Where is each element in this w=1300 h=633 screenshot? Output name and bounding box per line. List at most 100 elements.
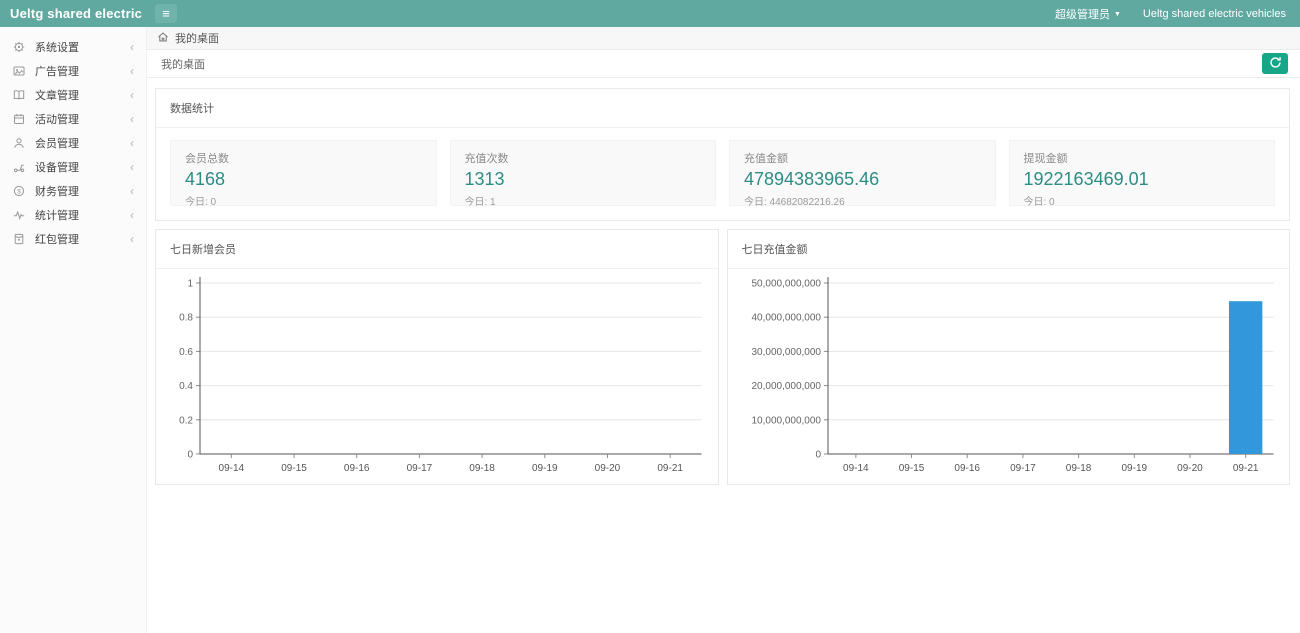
image-icon <box>12 65 26 77</box>
stats-panel: 数据统计 会员总数 4168 今日: 0 充值次数 1313 今日: 1 充值金… <box>155 88 1290 221</box>
sidebar-item-label: 设备管理 <box>35 159 130 175</box>
svg-text:09-20: 09-20 <box>595 463 621 474</box>
recharge-amount-chart: 0 10,000,000,000 20,000,000,000 30,000,000,… <box>728 269 1290 484</box>
card-today: 今日: 44682082216.26 <box>744 193 981 208</box>
chevron-left-icon: ‹ <box>130 185 134 197</box>
svg-text:50,000,000,000: 50,000,000,000 <box>751 279 821 290</box>
svg-text:09-20: 09-20 <box>1177 463 1203 474</box>
sidebar-item-label: 广告管理 <box>35 63 130 79</box>
gear-icon <box>12 41 26 53</box>
chevron-left-icon: ‹ <box>130 137 134 149</box>
svg-text:0: 0 <box>187 450 193 461</box>
card-recharge-count: 充值次数 1313 今日: 1 <box>450 140 717 206</box>
sidebar: 系统设置 ‹ 广告管理 ‹ 文章管理 ‹ 活动管理 ‹ <box>0 27 147 633</box>
finance-icon: $ <box>12 185 26 197</box>
card-withdraw-amount: 提现金额 1922163469.01 今日: 0 <box>1009 140 1276 206</box>
sidebar-item-device-management[interactable]: 设备管理 ‹ <box>0 155 146 179</box>
svg-text:09-15: 09-15 <box>281 463 307 474</box>
sidebar-item-finance-management[interactable]: $ 财务管理 ‹ <box>0 179 146 203</box>
chevron-left-icon: ‹ <box>130 209 134 221</box>
chevron-left-icon: ‹ <box>130 89 134 101</box>
sidebar-item-label: 文章管理 <box>35 87 130 103</box>
chart-title: 七日充值金额 <box>728 230 1290 269</box>
svg-text:40,000,000,000: 40,000,000,000 <box>751 313 821 324</box>
sidebar-item-activity-management[interactable]: 活动管理 ‹ <box>0 107 146 131</box>
calendar-icon <box>12 113 26 125</box>
site-link[interactable]: Ueltg shared electric vehicles <box>1143 8 1286 20</box>
card-value: 47894383965.46 <box>744 169 981 190</box>
svg-text:0.6: 0.6 <box>179 347 193 358</box>
sidebar-item-statistics-management[interactable]: 统计管理 ‹ <box>0 203 146 227</box>
svg-text:09-16: 09-16 <box>954 463 980 474</box>
sidebar-item-system-settings[interactable]: 系统设置 ‹ <box>0 35 146 59</box>
svg-text:09-19: 09-19 <box>532 463 558 474</box>
charts-row: 七日新增会员 00.20.40.60.8109-1409-1509-1609-1… <box>155 229 1290 485</box>
sidebar-item-label: 财务管理 <box>35 183 130 199</box>
chevron-left-icon: ‹ <box>130 65 134 77</box>
home-icon <box>157 31 169 46</box>
card-recharge-amount: 充值金额 47894383965.46 今日: 44682082216.26 <box>729 140 996 206</box>
refresh-button[interactable] <box>1262 53 1288 74</box>
sidebar-item-label: 系统设置 <box>35 39 130 55</box>
refresh-icon <box>1269 56 1282 72</box>
user-role-dropdown[interactable]: 超级管理员 ▼ <box>1055 6 1121 22</box>
new-members-chart-panel: 七日新增会员 00.20.40.60.8109-1409-1509-1609-1… <box>155 229 719 485</box>
svg-text:09-16: 09-16 <box>344 463 370 474</box>
svg-text:1: 1 <box>187 279 193 290</box>
app-logo[interactable]: Ueltg shared electric <box>0 6 147 21</box>
svg-text:30,000,000,000: 30,000,000,000 <box>751 347 821 358</box>
svg-text:09-18: 09-18 <box>469 463 495 474</box>
svg-text:$: $ <box>17 188 21 195</box>
svg-text:09-21: 09-21 <box>1232 463 1258 474</box>
svg-text:09-14: 09-14 <box>219 463 245 474</box>
tab-bar: 我的桌面 <box>147 50 1300 78</box>
svg-text:0: 0 <box>815 450 821 461</box>
sidebar-item-member-management[interactable]: 会员管理 ‹ <box>0 131 146 155</box>
svg-text:10,000,000,000: 10,000,000,000 <box>751 415 821 426</box>
breadcrumb: 我的桌面 <box>147 27 1300 50</box>
app-header: Ueltg shared electric ≡ 超级管理员 ▼ Ueltg sh… <box>0 0 1300 27</box>
sidebar-item-article-management[interactable]: 文章管理 ‹ <box>0 83 146 107</box>
sidebar-item-label: 活动管理 <box>35 111 130 127</box>
svg-text:0.2: 0.2 <box>179 415 193 426</box>
svg-text:09-19: 09-19 <box>1121 463 1147 474</box>
tab-my-desktop[interactable]: 我的桌面 <box>147 56 219 72</box>
sidebar-item-red-packet-management[interactable]: 红包管理 ‹ <box>0 227 146 251</box>
card-today: 今日: 0 <box>1024 193 1261 208</box>
svg-text:20,000,000,000: 20,000,000,000 <box>751 381 821 392</box>
stat-cards-row: 会员总数 4168 今日: 0 充值次数 1313 今日: 1 充值金额 478… <box>156 128 1289 220</box>
sidebar-item-label: 红包管理 <box>35 231 130 247</box>
chart-title: 七日新增会员 <box>156 230 718 269</box>
svg-text:0.8: 0.8 <box>179 313 193 324</box>
card-value: 1313 <box>465 169 702 190</box>
card-today: 今日: 1 <box>465 193 702 208</box>
content-area: 数据统计 会员总数 4168 今日: 0 充值次数 1313 今日: 1 充值金… <box>147 78 1300 633</box>
card-total-members: 会员总数 4168 今日: 0 <box>170 140 437 206</box>
new-members-chart: 00.20.40.60.8109-1409-1509-1609-1709-180… <box>156 269 718 484</box>
svg-text:09-15: 09-15 <box>898 463 924 474</box>
stats-icon <box>12 209 26 221</box>
chevron-left-icon: ‹ <box>130 233 134 245</box>
svg-text:09-14: 09-14 <box>843 463 869 474</box>
sidebar-item-label: 会员管理 <box>35 135 130 151</box>
chevron-left-icon: ‹ <box>130 113 134 125</box>
main-area: 我的桌面 我的桌面 数据统计 会员总数 4168 今日: 0 <box>147 27 1300 633</box>
recharge-amount-chart-panel: 七日充值金额 0 10,000,000,000 20,000,000,000 30,0… <box>727 229 1291 485</box>
user-icon <box>12 137 26 149</box>
chevron-left-icon: ‹ <box>130 41 134 53</box>
card-today: 今日: 0 <box>185 193 422 208</box>
card-label: 充值金额 <box>744 150 981 166</box>
red-packet-icon <box>12 233 26 245</box>
sidebar-item-label: 统计管理 <box>35 207 130 223</box>
device-icon <box>12 161 26 173</box>
chevron-left-icon: ‹ <box>130 161 134 173</box>
hamburger-icon: ≡ <box>162 6 170 21</box>
hamburger-menu-button[interactable]: ≡ <box>155 4 177 23</box>
caret-down-icon: ▼ <box>1114 11 1121 18</box>
card-value: 4168 <box>185 169 422 190</box>
sidebar-item-ad-management[interactable]: 广告管理 ‹ <box>0 59 146 83</box>
card-label: 充值次数 <box>465 150 702 166</box>
user-role-label: 超级管理员 <box>1055 6 1110 22</box>
svg-text:09-18: 09-18 <box>1065 463 1091 474</box>
card-label: 会员总数 <box>185 150 422 166</box>
